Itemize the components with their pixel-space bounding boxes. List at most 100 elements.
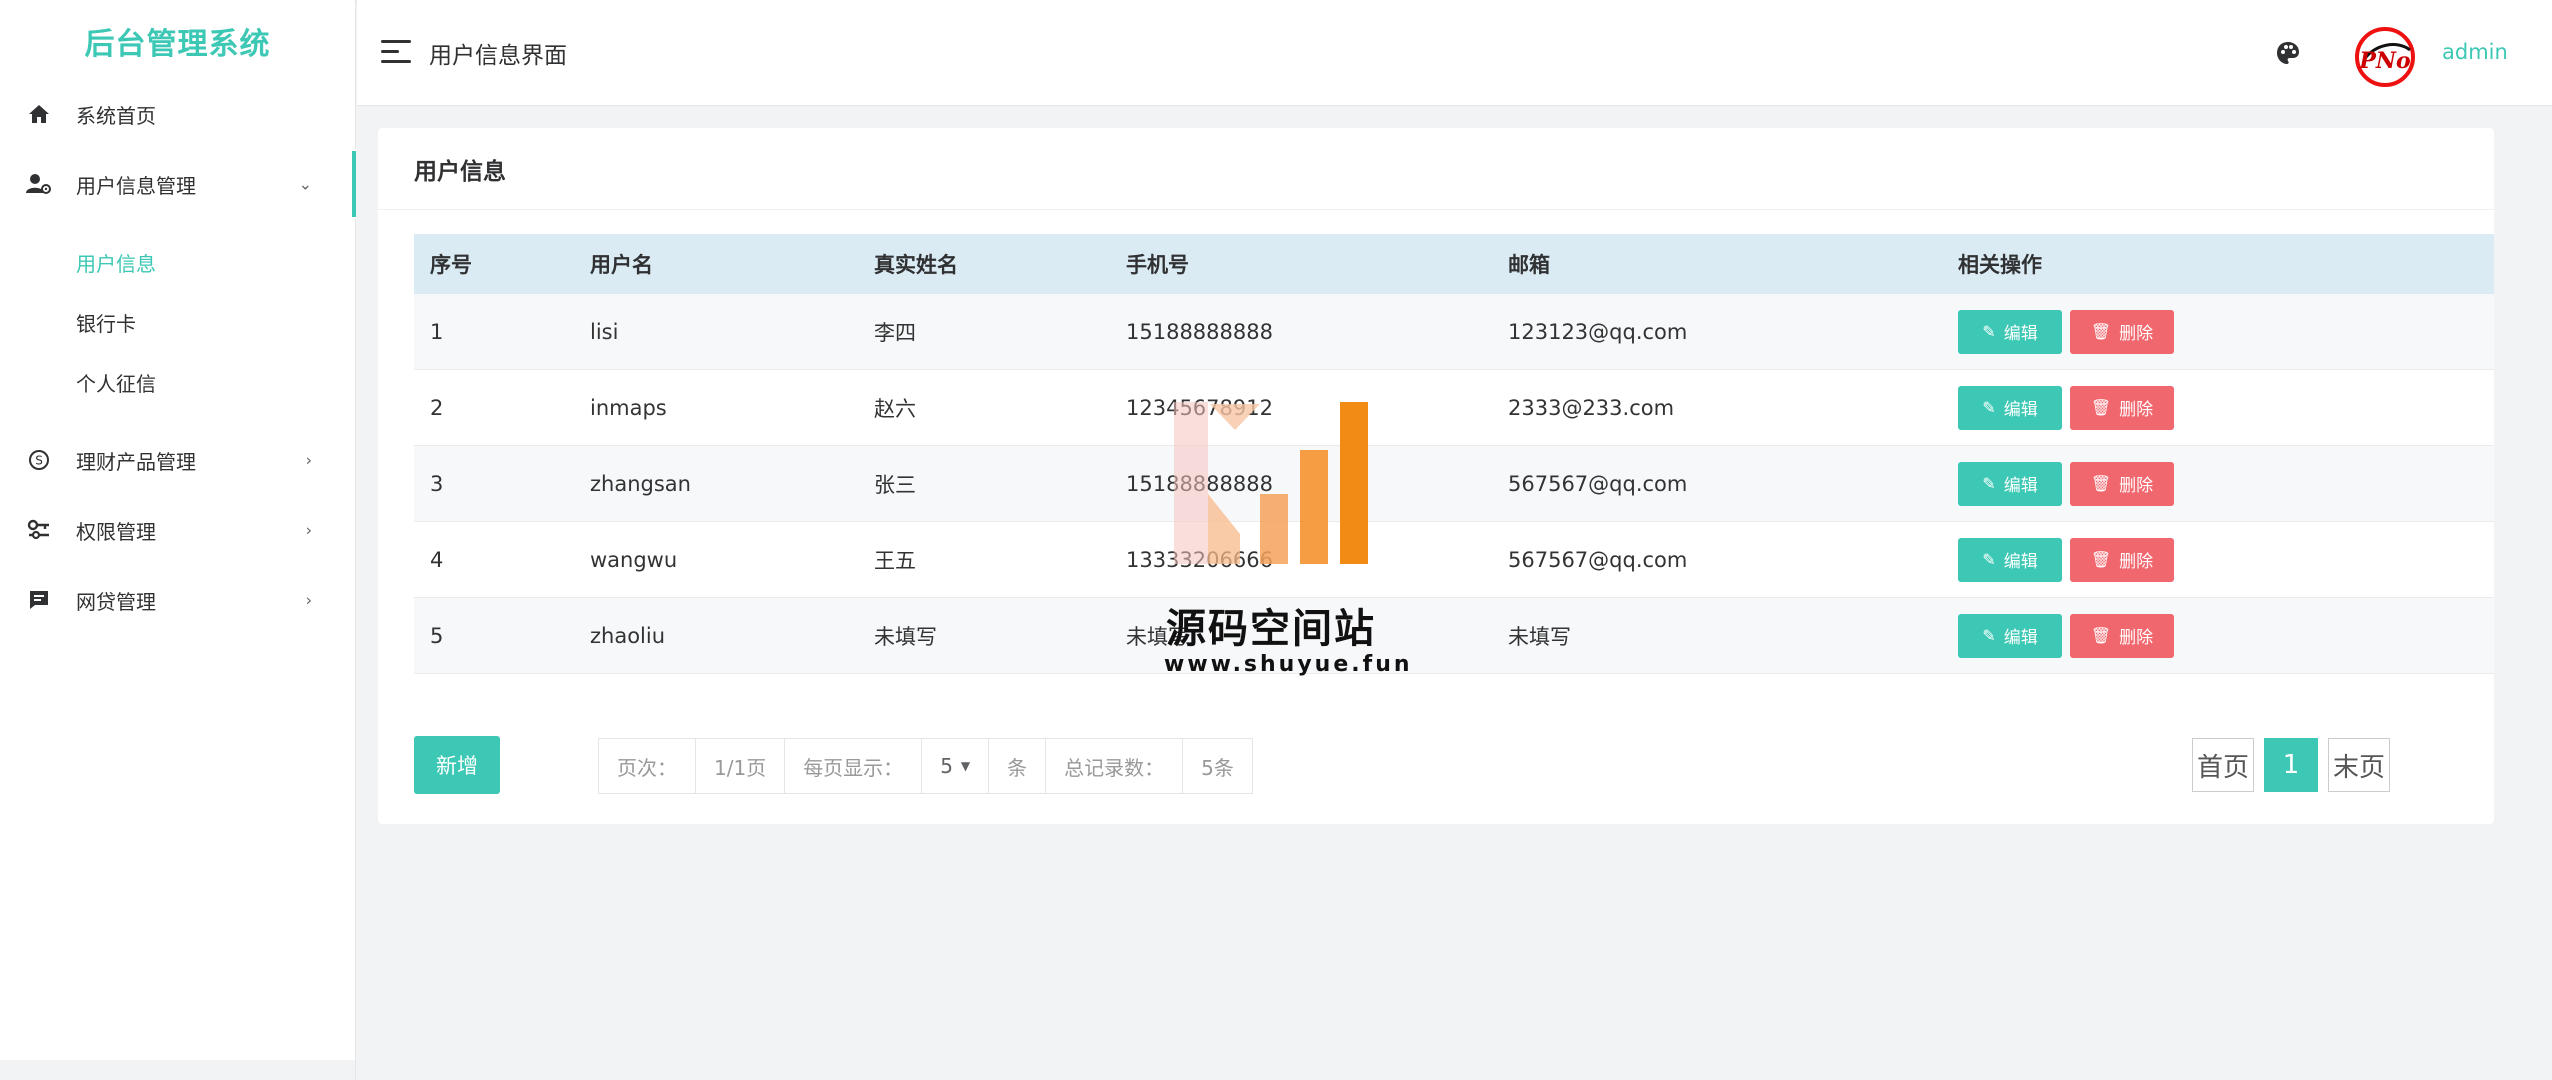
page-label: 页次： — [599, 739, 696, 793]
edit-button[interactable]: ✎ 编辑 — [1958, 537, 2062, 582]
palette-icon[interactable] — [2275, 40, 2303, 68]
sidebar-subitem-credit[interactable]: 个人征信 — [0, 352, 356, 412]
caret-down-icon: ▼ — [960, 759, 971, 773]
edit-button[interactable]: ✎ 编辑 — [1958, 461, 2062, 506]
cell-email: 567567@qq.com — [1492, 521, 1942, 598]
delete-button[interactable]: 🗑 删除 — [2070, 461, 2174, 506]
watermark-url: www.shuyue.fun — [1164, 652, 1413, 677]
pencil-icon: ✎ — [1982, 550, 1996, 569]
cell-realname: 王五 — [858, 521, 1110, 598]
key-icon — [26, 517, 52, 543]
page-value: 1/1页 — [696, 739, 786, 793]
cell-actions: ✎ 编辑 🗑 删除 — [1942, 597, 2494, 674]
cell-username: lisi — [574, 294, 858, 370]
cell-phone: 13333206666 — [1110, 521, 1492, 598]
app-title: 后台管理系统 — [84, 27, 271, 62]
cell-email: 567567@qq.com — [1492, 445, 1942, 522]
col-header-realname: 真实姓名 — [858, 234, 1110, 294]
chevron-right-icon: › — [305, 590, 312, 610]
delete-button[interactable]: 🗑 删除 — [2070, 309, 2174, 354]
chevron-down-icon: ⌄ — [298, 174, 312, 194]
delete-button[interactable]: 🗑 删除 — [2070, 613, 2174, 658]
cell-index: 2 — [414, 369, 574, 446]
cell-phone: 15188888888 — [1110, 294, 1492, 370]
cell-index: 1 — [414, 294, 574, 370]
first-page-button[interactable]: 首页 — [2192, 738, 2255, 792]
delete-button[interactable]: 🗑 删除 — [2070, 537, 2174, 582]
sidebar-footer — [0, 1060, 356, 1080]
trash-icon: 🗑 — [2090, 398, 2112, 417]
cell-email: 123123@qq.com — [1492, 294, 1942, 370]
username[interactable]: admin — [2442, 40, 2508, 64]
sidebar-subitem-bank-card[interactable]: 银行卡 — [0, 292, 356, 352]
home-icon — [26, 101, 52, 127]
pagination: 首页 1 末页 — [2192, 738, 2391, 792]
add-button[interactable]: 新增 — [414, 736, 500, 794]
cell-realname: 李四 — [858, 294, 1110, 370]
svg-text:S: S — [35, 454, 43, 468]
cell-actions: ✎ 编辑 🗑 删除 — [1942, 294, 2494, 370]
sidebar-item-user-management[interactable]: 用户信息管理 ⌄ — [0, 149, 356, 219]
cell-realname: 张三 — [858, 445, 1110, 522]
sidebar-subitem-user-info[interactable]: 用户信息 — [0, 232, 356, 292]
pencil-icon: ✎ — [1982, 474, 1996, 493]
finance-icon: S — [26, 447, 52, 473]
cell-index: 5 — [414, 597, 574, 674]
edit-button[interactable]: ✎ 编辑 — [1958, 385, 2062, 430]
sidebar-item-permissions[interactable]: 权限管理 › — [0, 495, 356, 565]
cell-phone: 15188888888 — [1110, 445, 1492, 522]
cell-realname: 未填写 — [858, 597, 1110, 674]
page-1-button[interactable]: 1 — [2264, 738, 2319, 792]
cell-username: zhaoliu — [574, 597, 858, 674]
menu-toggle-icon[interactable] — [381, 40, 411, 64]
table-row: 5 zhaoliu 未填写 未填写 未填写 ✎ 编辑 🗑 删除 — [414, 597, 2494, 674]
table-row: 4 wangwu 王五 13333206666 567567@qq.com ✎ 编… — [414, 521, 2494, 598]
cell-actions: ✎ 编辑 🗑 删除 — [1942, 521, 2494, 598]
cell-phone: 12345678912 — [1110, 369, 1492, 446]
cell-realname: 赵六 — [858, 369, 1110, 446]
table-header-row: 序号 用户名 真实姓名 手机号 邮箱 相关操作 — [414, 234, 2494, 294]
user-table: 序号 用户名 真实姓名 手机号 邮箱 相关操作 1 lisi 李四 151888… — [414, 234, 2494, 674]
card-title: 用户信息 — [414, 159, 506, 185]
pencil-icon: ✎ — [1982, 398, 1996, 417]
sidebar-item-home[interactable]: 系统首页 — [0, 79, 356, 149]
per-page-unit: 条 — [989, 739, 1047, 793]
trash-icon: 🗑 — [2090, 550, 2112, 569]
user-settings-icon — [26, 171, 52, 197]
header: 用户信息界面 PNo admin — [357, 0, 2552, 106]
main-card: 用户信息 序号 用户名 真实姓名 手机号 邮箱 相关操作 1 lisi 李四 1… — [378, 128, 2494, 824]
table-row: 3 zhangsan 张三 15188888888 567567@qq.com … — [414, 445, 2494, 522]
per-page-label: 每页显示： — [785, 739, 923, 793]
page-title: 用户信息界面 — [429, 43, 567, 69]
cell-email: 未填写 — [1492, 597, 1942, 674]
cell-email: 2333@233.com — [1492, 369, 1942, 446]
cell-username: inmaps — [574, 369, 858, 446]
sidebar-item-loans[interactable]: 网贷管理 › — [0, 565, 356, 635]
sidebar-item-finance-products[interactable]: S 理财产品管理 › — [0, 425, 356, 495]
cell-actions: ✎ 编辑 🗑 删除 — [1942, 369, 2494, 446]
edit-button[interactable]: ✎ 编辑 — [1958, 613, 2062, 658]
sidebar: 后台管理系统 系统首页 用户信息管理 ⌄ 用户信息 银行卡 个人征信 S 理财产… — [0, 0, 356, 1060]
cell-index: 3 — [414, 445, 574, 522]
cell-username: wangwu — [574, 521, 858, 598]
cell-username: zhangsan — [574, 445, 858, 522]
pencil-icon: ✎ — [1982, 626, 1996, 645]
message-icon — [26, 587, 52, 613]
edit-button[interactable]: ✎ 编辑 — [1958, 309, 2062, 354]
per-page-select[interactable]: 5 ▼ — [922, 739, 990, 793]
table-row: 1 lisi 李四 15188888888 123123@qq.com ✎ 编辑 🗑… — [414, 294, 2494, 370]
chevron-right-icon: › — [305, 520, 312, 540]
col-header-phone: 手机号 — [1110, 234, 1492, 294]
delete-button[interactable]: 🗑 删除 — [2070, 385, 2174, 430]
pager-info: 页次： 1/1页 每页显示： 5 ▼ 条 总记录数： 5条 — [598, 738, 1253, 794]
svg-text:PNo: PNo — [2358, 48, 2410, 74]
table-row: 2 inmaps 赵六 12345678912 2333@233.com ✎ 编辑… — [414, 369, 2494, 446]
avatar[interactable]: PNo — [2354, 26, 2416, 88]
chevron-right-icon: › — [305, 450, 312, 470]
pencil-icon: ✎ — [1982, 322, 1996, 341]
trash-icon: 🗑 — [2090, 474, 2112, 493]
col-header-username: 用户名 — [574, 234, 858, 294]
cell-index: 4 — [414, 521, 574, 598]
col-header-actions: 相关操作 — [1942, 234, 2494, 294]
last-page-button[interactable]: 末页 — [2328, 738, 2391, 792]
